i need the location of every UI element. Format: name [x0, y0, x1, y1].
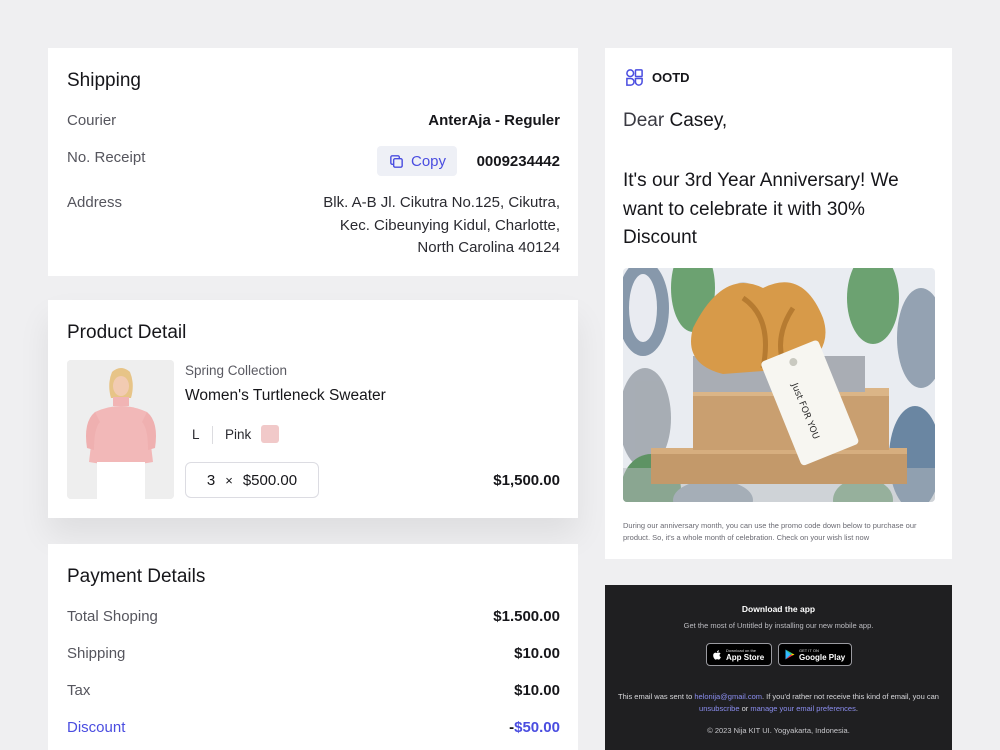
address-line: North Carolina 40124 — [417, 239, 560, 256]
receipt-label: No. Receipt — [67, 149, 146, 166]
address-value: Blk. A-B Jl. Cikutra No.125, Cikutra, Ke… — [323, 192, 560, 260]
total-shopping-value: $1.500.00 — [493, 608, 560, 625]
legal-middle: . If you'd rather not receive this kind … — [762, 692, 939, 701]
brand-name: OOTD — [652, 70, 690, 85]
legal-or: or — [741, 704, 749, 713]
manage-preferences-link[interactable]: manage your email preferences — [750, 704, 855, 713]
discount-value: -$50.00 — [509, 719, 560, 736]
discount-amount: $50.00 — [514, 719, 560, 736]
address-line: Blk. A-B Jl. Cikutra No.125, Cikutra, — [323, 194, 560, 211]
legal-text: This email was sent to helonija@gmail.co… — [613, 691, 944, 715]
app-store-button[interactable]: Download on the App Store — [706, 643, 772, 666]
app-store-buttons: Download on the App Store GET IT ON Google… — [706, 643, 852, 666]
payment-details-title: Payment Details — [67, 566, 206, 587]
copyright-text: © 2023 Nija KIT UI. Yogyakarta, Indonesi… — [707, 726, 850, 735]
email-headline: It's our 3rd Year Anniversary! We want t… — [623, 170, 899, 248]
product-color-swatch — [261, 425, 279, 443]
product-total: $1,500.00 — [493, 472, 560, 489]
discount-label: Discount — [67, 719, 126, 736]
legal-prefix: This email was sent to — [618, 692, 693, 701]
legal-end: . — [855, 704, 858, 713]
tax-label: Tax — [67, 682, 91, 699]
copy-icon — [390, 154, 403, 168]
google-play-button[interactable]: GET IT ON Google Play — [778, 643, 852, 666]
product-collection: Spring Collection — [185, 363, 288, 378]
product-name: Women's Turtleneck Sweater — [185, 387, 386, 404]
email-footer: Download the app Get the most of Untitle… — [605, 585, 952, 750]
brand-logo: OOTD — [625, 68, 690, 87]
unsubscribe-link[interactable]: unsubscribe — [699, 704, 739, 713]
product-color-name: Pink — [225, 427, 252, 442]
brand-logo-icon — [626, 69, 643, 86]
greeting: Dear Casey, — [623, 110, 727, 132]
multiply-sign: × — [225, 472, 233, 488]
product-image — [67, 360, 174, 499]
recipient-name: Casey, — [669, 110, 728, 131]
email-card: OOTD Dear Casey, It's our 3rd Year Anniv… — [605, 48, 952, 559]
product-quantity: 3 — [206, 471, 216, 489]
shipping-cost-value: $10.00 — [514, 645, 560, 662]
google-play-big-text: Google Play — [799, 652, 846, 662]
copy-button-label: Copy — [410, 152, 447, 170]
quantity-price-box: 3 × $500.00 — [185, 462, 319, 498]
address-label: Address — [67, 194, 123, 211]
shipping-card: Shipping Courier AnterAja - Reguler No. … — [48, 48, 578, 276]
total-shopping-label: Total Shoping — [67, 608, 158, 625]
address-line: Kec. Cibeunying Kidul, Charlotte, — [339, 216, 560, 234]
product-detail-card: Product Detail Spring Collection Women's… — [48, 300, 578, 518]
app-store-big-text: App Store — [726, 652, 765, 662]
tax-value: $10.00 — [514, 682, 560, 699]
apple-icon — [713, 649, 721, 660]
recipient-email-link[interactable]: helonija@gmail.com — [694, 692, 762, 701]
product-size: L — [192, 427, 200, 442]
copy-receipt-button[interactable]: Copy — [377, 146, 457, 176]
shipping-title: Shipping — [67, 70, 141, 91]
shipping-cost-label: Shipping — [67, 645, 126, 662]
download-app-subtitle: Get the most of Untitled by installing o… — [683, 621, 874, 630]
email-body-text: During our anniversary month, you can us… — [623, 521, 917, 542]
greeting-word: Dear — [623, 110, 665, 131]
courier-label: Courier — [67, 112, 117, 129]
receipt-value: 0009234442 — [476, 153, 560, 170]
courier-value: AnterAja - Reguler — [428, 112, 560, 129]
download-app-title: Download the app — [741, 604, 816, 614]
product-detail-title: Product Detail — [67, 322, 187, 343]
payment-details-card: Payment Details Total Shoping $1.500.00 … — [48, 544, 578, 750]
product-unit-price: $500.00 — [242, 471, 298, 489]
attribute-divider — [212, 426, 213, 444]
google-play-icon — [785, 649, 795, 660]
gift-box-photo: Just FOR YOU — [623, 268, 935, 502]
